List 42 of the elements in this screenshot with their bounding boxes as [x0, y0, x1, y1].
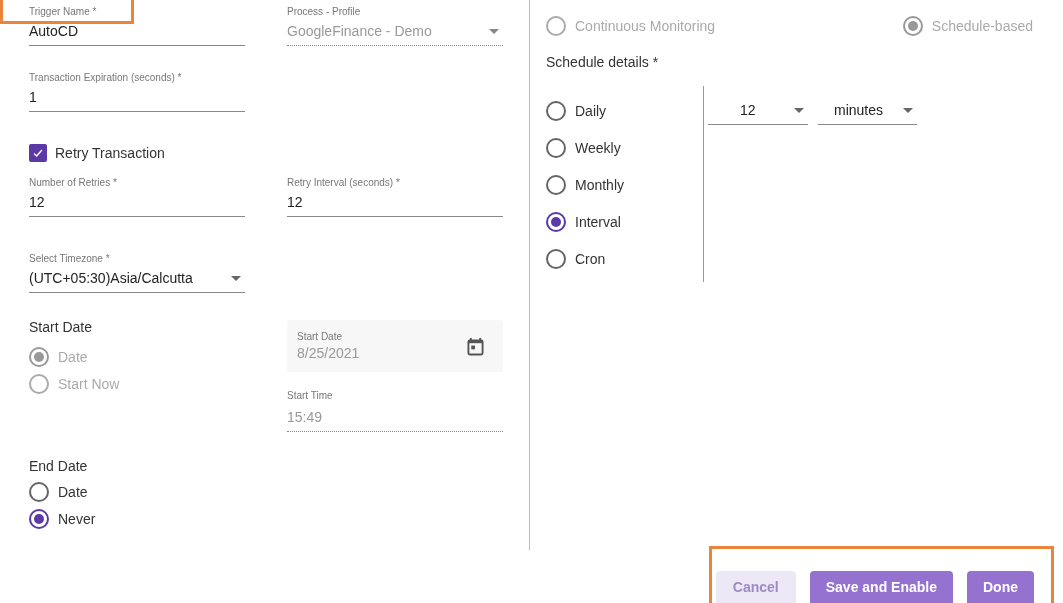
- field-label: Start Time: [287, 390, 334, 402]
- radio-circle[interactable]: [546, 137, 566, 158]
- input-field[interactable]: AutoCD: [29, 18, 245, 46]
- caret-icon: [794, 107, 804, 113]
- action-button[interactable]: Done: [967, 571, 1034, 603]
- radio-circle[interactable]: [29, 481, 49, 502]
- field-value: 8/25/2021: [297, 345, 360, 361]
- input-field[interactable]: 12: [29, 189, 245, 217]
- field-label: Process - Profile: [287, 6, 362, 18]
- caret-icon: [489, 28, 499, 34]
- radio-option[interactable]: Weekly: [546, 129, 703, 166]
- checkbox[interactable]: [29, 144, 47, 162]
- field-label: Select Timezone *: [29, 253, 111, 265]
- dropdown[interactable]: (UTC+05:30)Asia/Calcutta: [29, 265, 245, 293]
- section-heading: Start Date: [29, 319, 94, 335]
- radio-option[interactable]: Monthly: [546, 166, 703, 203]
- field-label: Trigger Name *: [29, 6, 98, 18]
- field-label: Number of Retries *: [29, 177, 118, 189]
- dropdown[interactable]: 12: [708, 97, 808, 125]
- radio-option[interactable]: Cron: [546, 240, 703, 277]
- section-heading: End Date: [29, 458, 89, 474]
- radio-option[interactable]: Never: [29, 505, 245, 532]
- input-field[interactable]: 1: [29, 84, 245, 112]
- field-label: Transaction Expiration (seconds) *: [29, 72, 183, 84]
- field-label: Start Date: [297, 331, 344, 343]
- radio-circle[interactable]: [546, 211, 566, 232]
- calendar-icon[interactable]: [467, 336, 484, 356]
- radio-circle[interactable]: [546, 100, 566, 121]
- dropdown[interactable]: minutes: [818, 97, 917, 125]
- caret-icon: [231, 275, 241, 281]
- radio-option[interactable]: Daily: [546, 92, 703, 129]
- retry-checkbox[interactable]: Retry Transaction: [29, 143, 503, 163]
- radio-circle[interactable]: [546, 248, 566, 269]
- field-label: Retry Interval (seconds) *: [287, 177, 401, 189]
- radio-option[interactable]: Date: [29, 478, 245, 505]
- caret-icon: [903, 107, 913, 113]
- radio-circle[interactable]: [29, 508, 49, 529]
- section-heading: Schedule details *: [546, 54, 660, 70]
- radio-circle[interactable]: [546, 174, 566, 195]
- radio-option[interactable]: Interval: [546, 203, 703, 240]
- input-field[interactable]: 12: [287, 189, 503, 217]
- action-button[interactable]: Save and Enable: [809, 571, 953, 603]
